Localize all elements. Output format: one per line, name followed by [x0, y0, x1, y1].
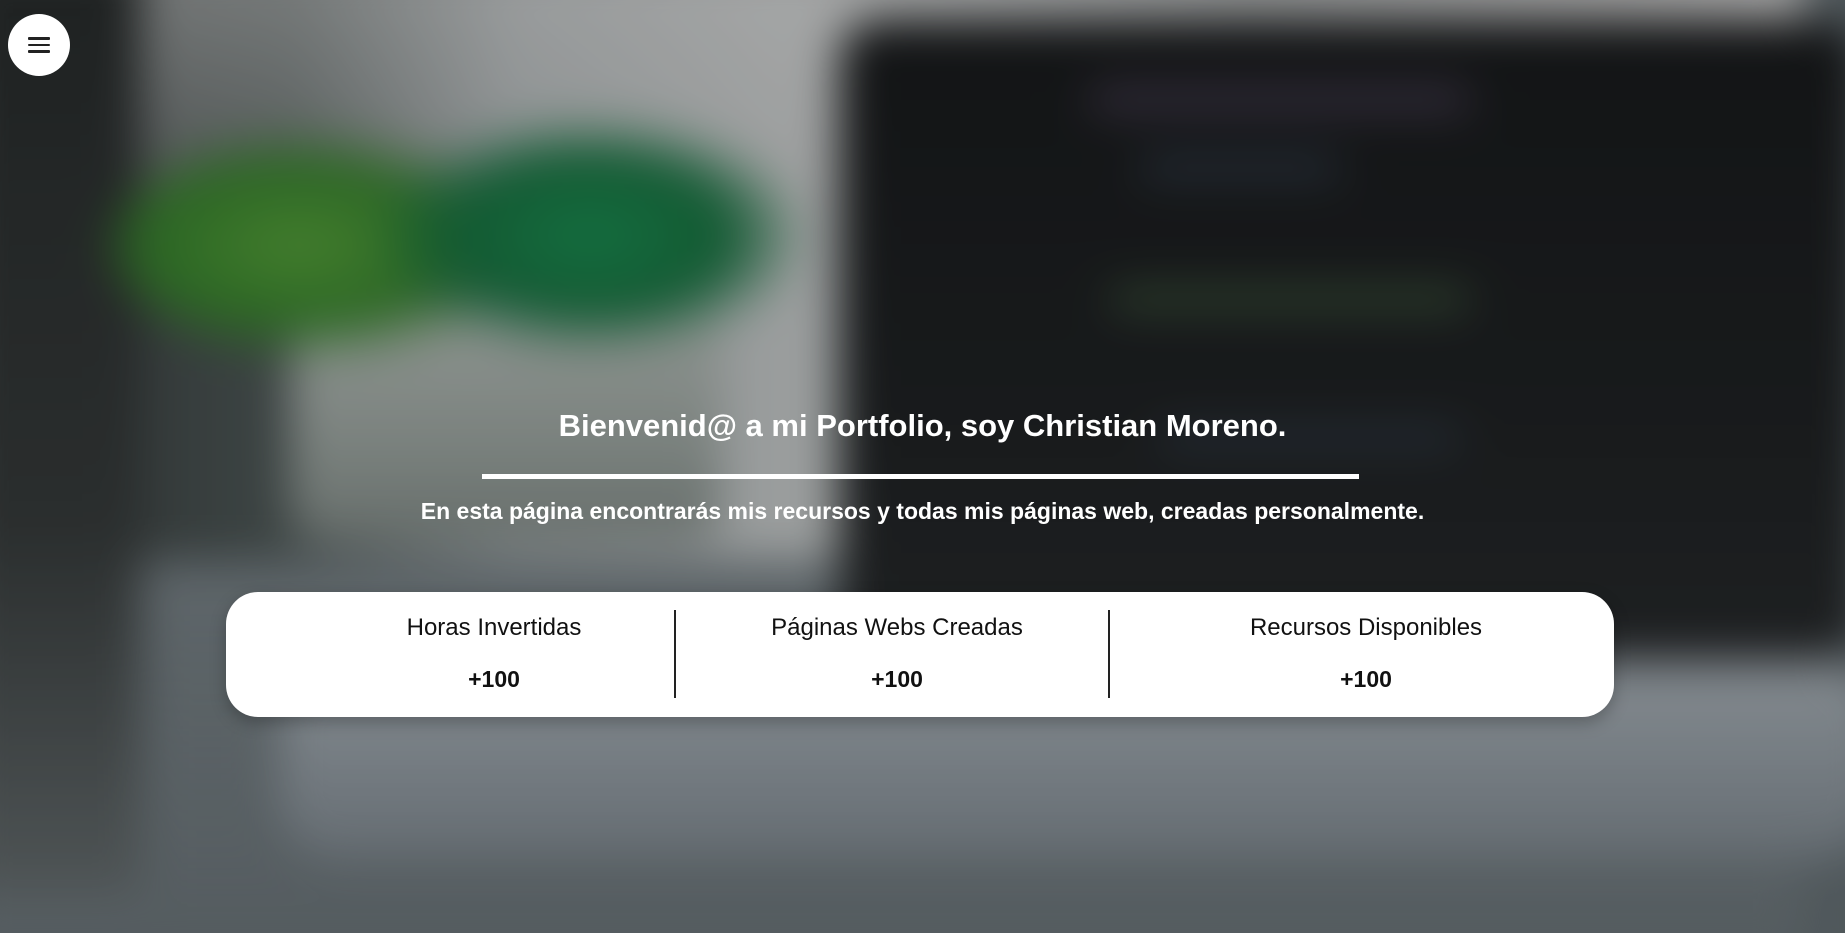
hero-subtitle: En esta página encontrarás mis recursos … [420, 498, 1425, 524]
stat-value: +100 [468, 666, 520, 692]
stat-value: +100 [1340, 666, 1392, 692]
stats-card: Horas Invertidas +100 Páginas Webs Cread… [226, 592, 1614, 717]
hero-background-image [0, 0, 1845, 933]
stat-divider [1108, 610, 1110, 698]
stat-label: Horas Invertidas [406, 614, 582, 641]
menu-button[interactable] [8, 14, 70, 76]
stat-websites: Páginas Webs Creadas +100 [676, 592, 1118, 717]
hero-divider [482, 474, 1359, 479]
hero-title: Bienvenid@ a mi Portfolio, soy Christian… [558, 408, 1287, 443]
stat-resources: Recursos Disponibles +100 [1118, 592, 1614, 717]
stat-label: Recursos Disponibles [1249, 614, 1483, 641]
hamburger-menu-icon [28, 37, 50, 53]
stat-value: +100 [871, 666, 923, 692]
stat-label: Páginas Webs Creadas [771, 614, 1023, 641]
